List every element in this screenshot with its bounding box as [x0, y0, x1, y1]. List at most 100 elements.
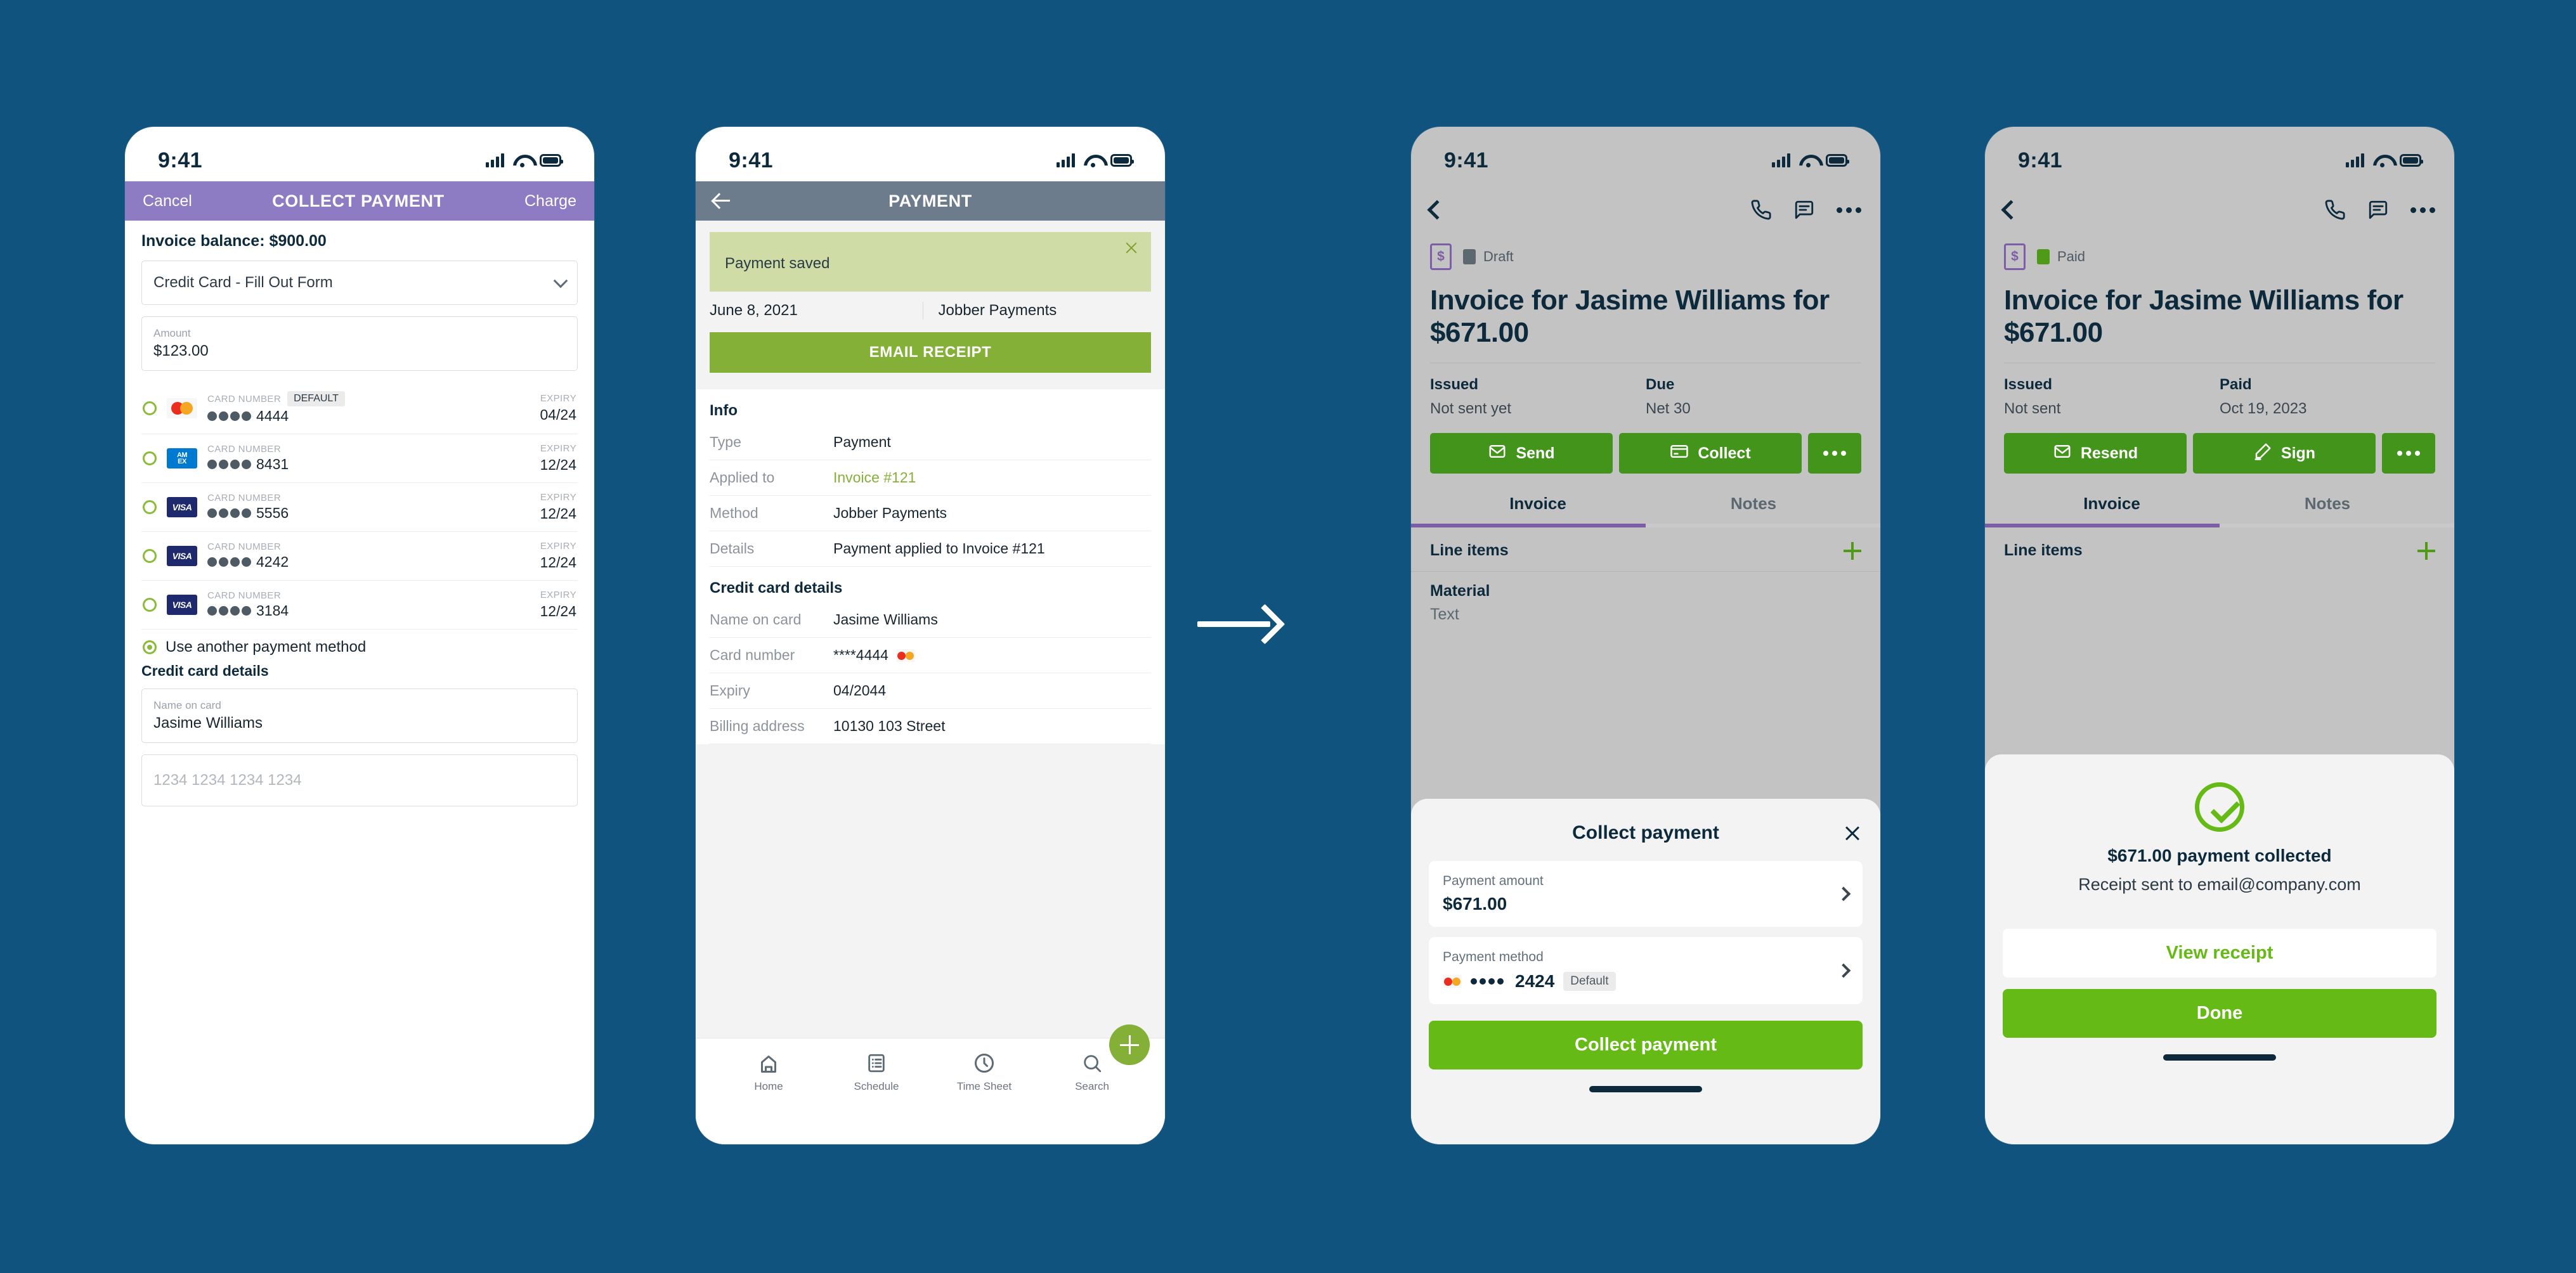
tab-label: Home — [754, 1080, 783, 1092]
phone-payment-detail: 9:41 PAYMENT Payment saved June 8, 2021 … — [696, 127, 1165, 1144]
detail-value: 04/2044 — [833, 682, 887, 699]
phone-icon[interactable] — [1750, 199, 1772, 221]
payment-success-sheet: $671.00 payment collected Receipt sent t… — [1985, 754, 2454, 1144]
clock-icon — [930, 1050, 1038, 1076]
expiry-value: 04/24 — [540, 406, 576, 423]
card-masked-number: 4242 — [207, 553, 530, 571]
tab-invoice[interactable]: Invoice — [2004, 494, 2220, 524]
saved-card-row[interactable]: VISA CARD NUMBER 3184 EXPIRY 12/24 — [141, 581, 578, 630]
cellular-signal-icon — [1772, 153, 1790, 167]
action-label: Resend — [2080, 444, 2138, 462]
card-number-field[interactable]: 1234 1234 1234 1234 — [141, 754, 578, 806]
close-icon[interactable] — [1844, 824, 1861, 842]
tab-schedule[interactable]: Schedule — [823, 1050, 930, 1093]
column-value: Not sent — [2004, 400, 2061, 418]
expiry-value: 12/24 — [540, 603, 576, 619]
more-horizontal-icon[interactable] — [1837, 207, 1861, 213]
column-heading: Due — [1646, 376, 1675, 394]
credit-card-icon — [1670, 442, 1689, 465]
saved-card-row[interactable]: CARD NUMBER DEFAULT 4444 EXPIRY 04/24 — [141, 382, 578, 434]
phone-icon[interactable] — [2324, 199, 2346, 221]
send-button[interactable]: Send — [1430, 433, 1613, 474]
saved-card-row[interactable]: AM EX CARD NUMBER 8431 EXPIRY 12/24 — [141, 434, 578, 483]
radio-icon[interactable] — [143, 401, 157, 415]
charge-button[interactable]: Charge — [524, 192, 576, 210]
card-masked-number: 4444 — [207, 408, 530, 425]
masked-digits — [1471, 978, 1504, 985]
status-badge: Draft — [1463, 249, 1514, 265]
invoice-status-row: $ Draft — [1430, 243, 1861, 270]
saved-card-row[interactable]: VISA CARD NUMBER 5556 EXPIRY 12/24 — [141, 483, 578, 532]
card-number-caption: CARD NUMBER — [207, 590, 282, 601]
tab-notes[interactable]: Notes — [2220, 494, 2435, 524]
payment-method-select[interactable]: Credit Card - Fill Out Form — [141, 261, 578, 305]
use-another-payment-method-option[interactable]: Use another payment method — [141, 630, 578, 660]
message-icon[interactable] — [2367, 199, 2389, 221]
card-number-caption: CARD NUMBER — [207, 493, 282, 503]
card-masked-number: 3184 — [207, 602, 530, 619]
chevron-left-icon[interactable] — [2001, 200, 2021, 220]
card-info: CARD NUMBER 5556 — [207, 493, 530, 522]
radio-icon[interactable] — [143, 500, 157, 514]
payment-method-row[interactable]: Payment method 2424 Default — [1429, 937, 1863, 1004]
collect-button[interactable]: Collect — [1619, 433, 1802, 474]
close-icon[interactable] — [1124, 241, 1138, 255]
card-expiry: EXPIRY 12/24 — [540, 541, 576, 571]
status-bar: 9:41 — [1985, 127, 2454, 181]
column-value: Oct 19, 2023 — [2220, 400, 2307, 418]
action-label: Send — [1516, 444, 1555, 462]
wifi-icon — [513, 153, 531, 167]
amount-field[interactable]: Amount $123.00 — [141, 316, 578, 371]
done-button[interactable]: Done — [2003, 989, 2436, 1038]
view-receipt-button[interactable]: View receipt — [2003, 929, 2436, 978]
plus-icon[interactable] — [2417, 541, 2435, 560]
tab-label: Search — [1075, 1080, 1109, 1092]
resend-button[interactable]: Resend — [2004, 433, 2187, 474]
message-icon[interactable] — [1793, 199, 1815, 221]
radio-icon[interactable] — [143, 549, 157, 563]
invoice-tabs: Invoice Notes — [2004, 494, 2435, 524]
phone-collect-payment-form: 9:41 Cancel COLLECT PAYMENT Charge Invoi… — [125, 127, 594, 1144]
page-title: PAYMENT — [888, 191, 972, 210]
right-arrow-icon — [1197, 604, 1286, 642]
line-items-heading: Line items — [1430, 541, 1509, 560]
detail-value[interactable]: Invoice #121 — [833, 469, 916, 486]
expiry-caption: EXPIRY — [540, 590, 576, 600]
status-icons — [1057, 153, 1134, 167]
more-horizontal-icon[interactable] — [2410, 207, 2435, 213]
back-arrow-icon[interactable] — [712, 191, 731, 210]
radio-icon[interactable] — [143, 598, 157, 612]
invoice-date-column: Paid Oct 19, 2023 — [2220, 376, 2435, 418]
invoice-date-columns: Issued Not sent yet Due Net 30 — [1430, 376, 1861, 418]
payment-meta-row: June 8, 2021 Jobber Payments — [710, 292, 1151, 332]
saved-card-row[interactable]: VISA CARD NUMBER 4242 EXPIRY 12/24 — [141, 532, 578, 581]
more-actions-button[interactable] — [2382, 433, 2435, 474]
battery-icon — [1110, 154, 1134, 167]
chevron-left-icon[interactable] — [1427, 200, 1447, 220]
tab-time-sheet[interactable]: Time Sheet — [930, 1050, 1038, 1093]
email-receipt-button[interactable]: EMAIL RECEIPT — [710, 332, 1151, 373]
payment-header: PAYMENT — [696, 181, 1165, 221]
add-fab-button[interactable] — [1109, 1024, 1150, 1065]
more-actions-button[interactable] — [1808, 433, 1861, 474]
detail-key: Type — [710, 434, 741, 450]
screenshot-stage: 9:41 Cancel COLLECT PAYMENT Charge Invoi… — [0, 0, 2576, 1273]
name-on-card-field[interactable]: Name on card Jasime Williams — [141, 688, 578, 743]
tab-home[interactable]: Home — [715, 1050, 823, 1093]
default-badge: Default — [1563, 972, 1616, 991]
tab-notes[interactable]: Notes — [1646, 494, 1861, 524]
collect-payment-header: Cancel COLLECT PAYMENT Charge — [125, 181, 594, 221]
radio-selected-icon[interactable] — [143, 640, 157, 654]
wifi-icon — [2373, 153, 2391, 167]
credit-card-details-heading: Credit card details — [710, 579, 843, 597]
payment-amount-row[interactable]: Payment amount $671.00 — [1429, 861, 1863, 927]
detail-value: Payment — [833, 434, 891, 450]
radio-icon[interactable] — [143, 451, 157, 465]
collect-payment-button[interactable]: Collect payment — [1429, 1021, 1863, 1069]
cancel-button[interactable]: Cancel — [143, 192, 192, 210]
plus-icon[interactable] — [1844, 541, 1861, 560]
cellular-signal-icon — [2346, 153, 2364, 167]
sign-button[interactable]: Sign — [2193, 433, 2376, 474]
line-item-title: Material — [1430, 582, 1490, 600]
tab-invoice[interactable]: Invoice — [1430, 494, 1646, 524]
